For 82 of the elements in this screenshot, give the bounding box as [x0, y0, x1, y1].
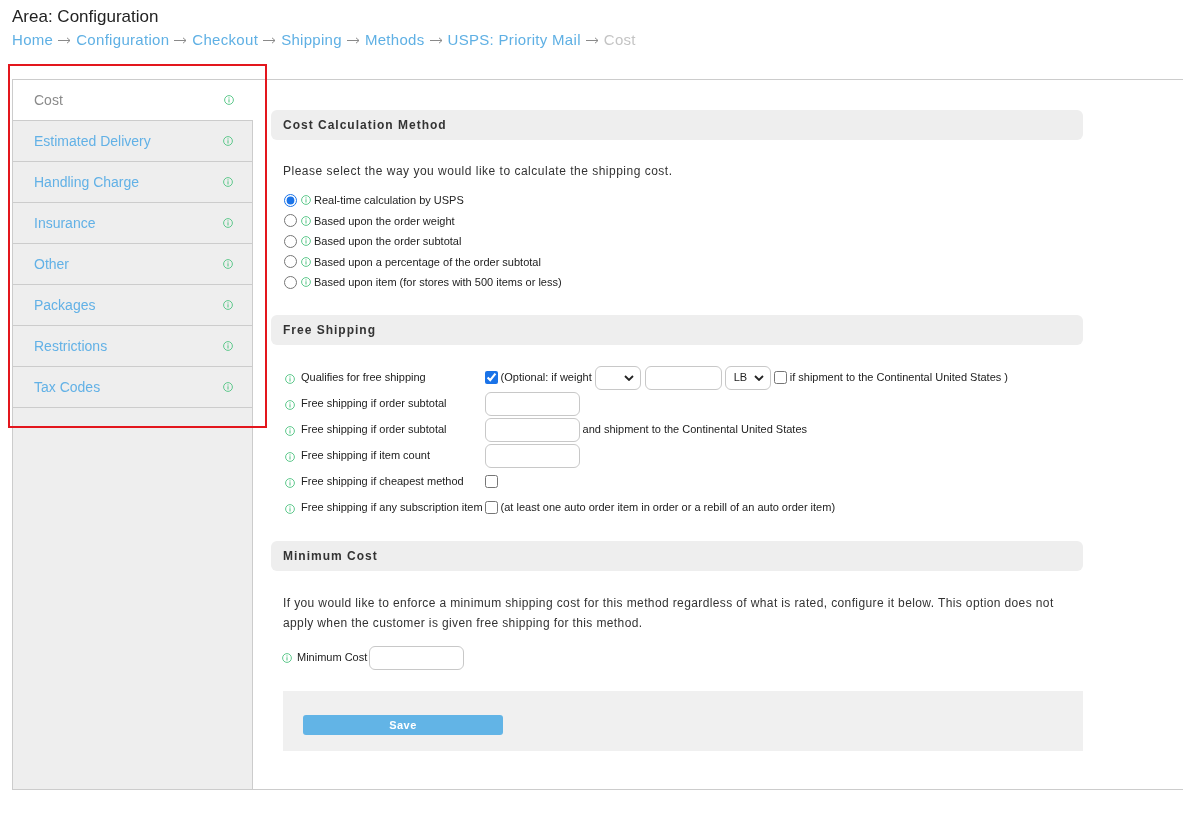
arrow-right-icon — [174, 36, 188, 44]
field-label: Free shipping if any subscription item — [301, 500, 483, 516]
radio-label: Based upon a percentage of the order subtotal — [314, 254, 541, 270]
sidebar-item[interactable]: Estimated Delivery — [13, 121, 253, 162]
arrow-right-icon — [58, 36, 72, 44]
breadcrumb-link[interactable]: Home — [12, 28, 54, 52]
info-icon — [285, 425, 295, 436]
sidebar-item[interactable]: Packages — [13, 285, 253, 326]
info-icon — [301, 215, 311, 226]
info-icon — [301, 277, 311, 288]
info-icon — [301, 256, 311, 267]
checkbox[interactable] — [484, 371, 498, 384]
info-icon — [223, 341, 233, 351]
select-field[interactable]: LB — [724, 365, 771, 390]
info-icon — [223, 136, 233, 146]
checkbox[interactable] — [484, 501, 498, 514]
option-note: (at least one auto order item in order or a rebill of an auto order item) — [500, 500, 836, 516]
section-header: Minimum Cost — [271, 540, 1083, 571]
field-label: Free shipping if order subtotal — [301, 422, 447, 438]
input-field[interactable] — [484, 417, 580, 442]
chevron-down-icon — [753, 374, 764, 381]
input-field[interactable] — [369, 645, 465, 670]
select-field[interactable] — [594, 365, 641, 390]
input-field[interactable] — [484, 391, 580, 416]
breadcrumb-link[interactable]: Configuration — [76, 28, 170, 52]
input-field[interactable] — [484, 443, 580, 468]
sidebar-item[interactable]: Insurance — [13, 203, 253, 244]
breadcrumb-link[interactable]: Methods — [364, 28, 425, 52]
info-icon — [223, 177, 233, 187]
arrow-right-icon — [585, 36, 599, 44]
breadcrumb-current: Cost — [603, 29, 636, 50]
chevron-down-icon — [623, 374, 634, 381]
info-icon — [285, 503, 295, 514]
info-icon — [223, 218, 233, 228]
breadcrumb-link[interactable]: Shipping — [281, 28, 342, 52]
section-description: If you would like to enforce a minimum shipping cost for this method regardless of what is rated, configure it below. This option does not apply when the customer is given free shipping for this method. — [283, 594, 1055, 632]
field-label: Minimum Cost — [297, 650, 368, 666]
radio-label: Based upon the order weight — [314, 213, 455, 229]
input-field[interactable] — [644, 365, 722, 390]
info-icon — [285, 451, 295, 462]
radio-button[interactable] — [284, 275, 297, 289]
section-header: Cost Calculation Method — [271, 110, 1083, 140]
option-note: (Optional: if weight — [500, 370, 592, 386]
section-header: Free Shipping — [271, 314, 1083, 345]
info-icon — [223, 259, 233, 269]
breadcrumb-link[interactable]: USPS: Priority Mail — [447, 28, 581, 52]
radio-button[interactable] — [284, 255, 297, 269]
arrow-right-icon — [346, 36, 360, 44]
arrow-right-icon — [429, 36, 443, 44]
breadcrumb-link[interactable]: Checkout — [192, 28, 259, 52]
option-note: if shipment to the Continental United States ) — [789, 370, 1008, 386]
field-label: Free shipping if item count — [301, 448, 430, 464]
info-icon — [301, 236, 311, 247]
sidebar-item[interactable]: Other — [13, 244, 253, 285]
info-icon — [282, 652, 292, 663]
info-icon — [301, 195, 311, 206]
section-description: Please select the way you would like to calculate the shipping cost. — [283, 163, 674, 180]
radio-label: Real-time calculation by USPS — [314, 193, 464, 208]
sidebar-item[interactable]: Restrictions — [13, 326, 253, 367]
radio-button[interactable] — [284, 193, 297, 207]
info-icon — [285, 477, 295, 488]
info-icon — [285, 373, 295, 384]
radio-button[interactable] — [284, 234, 297, 248]
checkbox[interactable] — [773, 371, 787, 384]
info-icon — [285, 399, 295, 410]
save-button[interactable]: Save — [303, 714, 503, 735]
info-icon — [223, 382, 233, 392]
sidebar-item[interactable]: Cost — [13, 80, 253, 121]
option-note: and shipment to the Continental United States — [582, 422, 807, 438]
field-label: Qualifies for free shipping — [301, 370, 426, 386]
page-title: Area: Configuration — [12, 6, 160, 28]
radio-label: Based upon the order subtotal — [314, 234, 462, 249]
sidebar-item[interactable]: Handling Charge — [13, 162, 253, 203]
info-icon — [223, 300, 233, 310]
info-icon — [224, 95, 234, 105]
radio-label: Based upon item (for stores with 500 items or less) — [314, 275, 562, 290]
field-label: Free shipping if order subtotal — [301, 396, 447, 412]
field-label: Free shipping if cheapest method — [301, 474, 464, 490]
sidebar-item[interactable]: Tax Codes — [13, 367, 253, 408]
arrow-right-icon — [263, 36, 277, 44]
radio-button[interactable] — [284, 214, 297, 228]
checkbox[interactable] — [484, 475, 498, 488]
